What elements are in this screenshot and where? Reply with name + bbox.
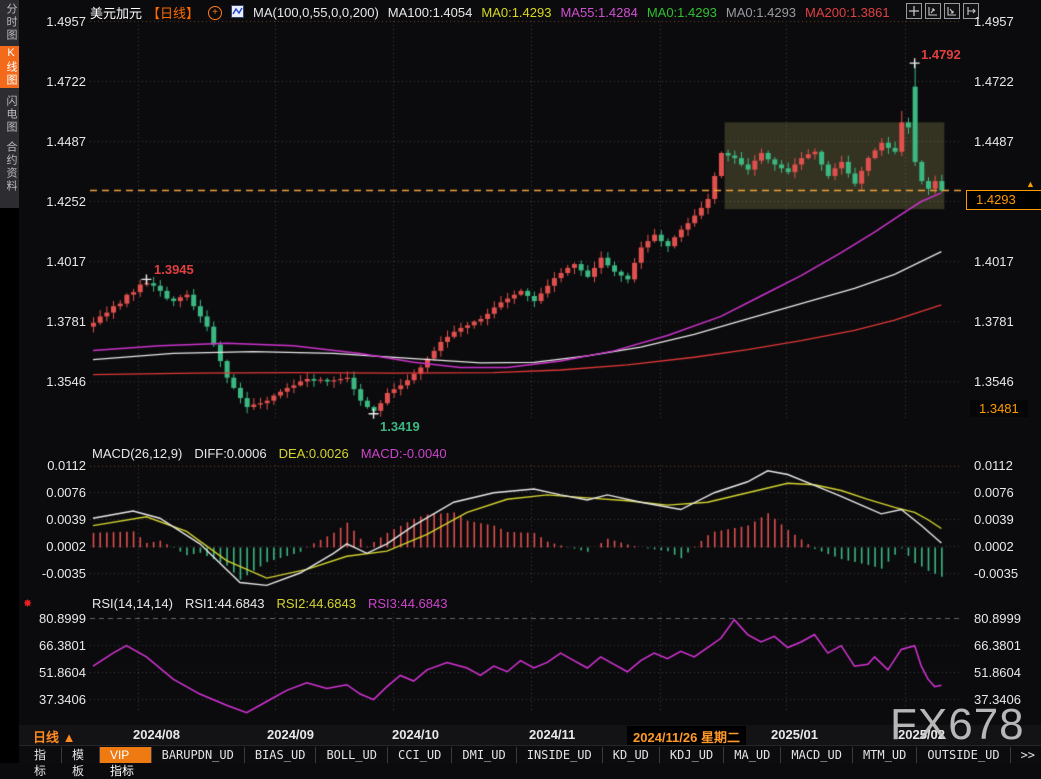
price-label-right: 1.4722 xyxy=(974,74,1014,89)
sidebar-item-lightning-chart[interactable]: 闪电图 xyxy=(0,95,19,134)
price-chart-canvas[interactable] xyxy=(0,0,1041,763)
rsi-title[interactable]: RSI(14,14,14) xyxy=(92,596,173,611)
period-selector[interactable]: 日线 ▲ xyxy=(33,727,75,746)
zoom-axis-left-icon[interactable] xyxy=(925,3,941,19)
toolbar-item-dmi[interactable]: DMI_UD xyxy=(452,747,516,763)
rsi3-value: RSI3:44.6843 xyxy=(368,596,448,611)
toolbar-item-boll[interactable]: BOLL_UD xyxy=(316,747,388,763)
macd-diff-value: DIFF:0.0006 xyxy=(194,446,266,461)
macd-axis-label-right: 0.0039 xyxy=(974,512,1014,527)
macd-macd-value: MACD:-0.0040 xyxy=(361,446,447,461)
price-label-left: 1.3546 xyxy=(18,374,86,389)
annotation-high-price: 1.4792 xyxy=(921,47,961,62)
month-label: 2024/10 xyxy=(392,727,439,742)
price-label-left: 1.4017 xyxy=(18,254,86,269)
price-label-right: 1.3781 xyxy=(974,314,1014,329)
annotation-low-price: 1.3419 xyxy=(380,419,420,434)
macd-axis-label-left: 0.0112 xyxy=(18,458,86,473)
rsi-header: RSI(14,14,14) RSI1:44.6843 RSI2:44.6843 … xyxy=(92,596,447,611)
sidebar-item-kline-chart[interactable]: K线图 xyxy=(0,46,19,88)
period-tag[interactable]: 【日线】 xyxy=(147,3,199,22)
symbol-title: 美元加元 xyxy=(90,3,142,22)
month-label: 2024/09 xyxy=(267,727,314,742)
ma55-value: MA55:1.4284 xyxy=(560,5,637,20)
toolbar-item-barupdn[interactable]: BARUPDN_UD xyxy=(152,747,245,763)
toolbar-item-indicator[interactable]: 指标 xyxy=(24,747,62,763)
macd-axis-label-right: 0.0112 xyxy=(974,458,1013,473)
crosshair-icon[interactable] xyxy=(906,3,922,19)
annotation-peak-price: 1.3945 xyxy=(154,262,194,277)
price-label-left: 1.4252 xyxy=(18,194,86,209)
toolbar-item-cci[interactable]: CCI_UD xyxy=(388,747,452,763)
toolbar-item-macd[interactable]: MACD_UD xyxy=(781,747,853,763)
ma200-value: MA200:1.3861 xyxy=(805,5,890,20)
sidebar-item-contract-info[interactable]: 合约资料 xyxy=(0,141,19,193)
macd-axis-label-right: -0.0035 xyxy=(974,566,1018,581)
price-label-left: 1.3781 xyxy=(18,314,86,329)
low-price-badge: 1.3481 xyxy=(970,400,1028,417)
toolbar-item-template[interactable]: 模板 xyxy=(62,747,100,763)
rsi-axis-label-left: 37.3406 xyxy=(18,692,86,707)
price-label-right: 1.4487 xyxy=(974,134,1014,149)
chart-header: 美元加元 【日线】 + MA(100,0,55,0,0,200) MA100:1… xyxy=(90,3,890,22)
macd-axis-label-left: 0.0002 xyxy=(18,539,86,554)
current-price-arrow-icon: ▲ xyxy=(1026,179,1035,189)
time-axis: 日线 ▲ 2024/08 2024/09 2024/10 2024/11 202… xyxy=(19,725,1041,745)
price-label-right: 1.4957 xyxy=(974,14,1014,29)
ma100-value: MA100:1.4054 xyxy=(388,5,473,20)
rsi-axis-label-left: 66.3801 xyxy=(18,638,86,653)
ma0-gray-value: MA0:1.4293 xyxy=(726,5,796,20)
month-label: 2025/01 xyxy=(771,727,818,742)
rsi2-value: RSI2:44.6843 xyxy=(276,596,356,611)
left-sidebar: 分时图 K线图 闪电图 合约资料 xyxy=(0,0,19,763)
rsi-axis-label-right: 80.8999 xyxy=(974,611,1021,626)
toolbar-item-ma[interactable]: MA_UD xyxy=(724,747,781,763)
price-label-left: 1.4957 xyxy=(18,14,86,29)
macd-axis-label-left: 0.0076 xyxy=(18,485,86,500)
rsi1-value: RSI1:44.6843 xyxy=(185,596,265,611)
mini-chart-icon[interactable] xyxy=(231,5,244,21)
macd-axis-label-right: 0.0002 xyxy=(974,539,1014,554)
indicator-toolbar: 指标 模板 VIP指标 BARUPDN_UD BIAS_UD BOLL_UD C… xyxy=(19,745,1041,764)
rsi-axis-label-left: 80.8999 xyxy=(18,611,86,626)
price-label-left: 1.4722 xyxy=(18,74,86,89)
ma0-yellow-value: MA0:1.4293 xyxy=(481,5,551,20)
sidebar-item-timeline-chart[interactable]: 分时图 xyxy=(0,3,19,42)
rsi-axis-label-left: 51.8604 xyxy=(18,665,86,680)
price-label-right: 1.3546 xyxy=(974,374,1014,389)
rsi-axis-label-right: 51.8604 xyxy=(974,665,1021,680)
macd-title[interactable]: MACD(26,12,9) xyxy=(92,446,182,461)
watermark: FX678 xyxy=(890,700,1025,750)
rsi-axis-label-right: 66.3801 xyxy=(974,638,1021,653)
current-price-badge: 1.4293 xyxy=(966,190,1041,210)
month-label: 2024/11 xyxy=(529,727,575,742)
selected-date-label: 2024/11/26 星期二 xyxy=(627,726,746,747)
add-indicator-icon[interactable]: + xyxy=(208,6,222,20)
toolbar-item-kdj[interactable]: KDJ_UD xyxy=(660,747,724,763)
macd-header: MACD(26,12,9) DIFF:0.0006 DEA:0.0026 MAC… xyxy=(92,446,447,461)
chart-tool-icons xyxy=(906,3,979,19)
toolbar-item-bias[interactable]: BIAS_UD xyxy=(245,747,317,763)
toolbar-item-kd[interactable]: KD_UD xyxy=(603,747,660,763)
month-label: 2024/08 xyxy=(133,727,180,742)
macd-axis-label-left: 0.0039 xyxy=(18,512,86,527)
macd-axis-label-right: 0.0076 xyxy=(974,485,1014,500)
ma0-green-value: MA0:1.4293 xyxy=(647,5,717,20)
price-label-right: 1.4017 xyxy=(974,254,1014,269)
toolbar-item-inside[interactable]: INSIDE_UD xyxy=(517,747,603,763)
macd-dea-value: DEA:0.0026 xyxy=(279,446,349,461)
alert-icon[interactable]: ✸ xyxy=(23,597,32,610)
ma-settings-label: MA(100,0,55,0,0,200) xyxy=(253,5,379,20)
zoom-axis-right-icon[interactable] xyxy=(944,3,960,19)
toolbar-item-vip-indicator[interactable]: VIP指标 xyxy=(100,747,152,763)
macd-axis-label-left: -0.0035 xyxy=(18,566,86,581)
price-label-left: 1.4487 xyxy=(18,134,86,149)
